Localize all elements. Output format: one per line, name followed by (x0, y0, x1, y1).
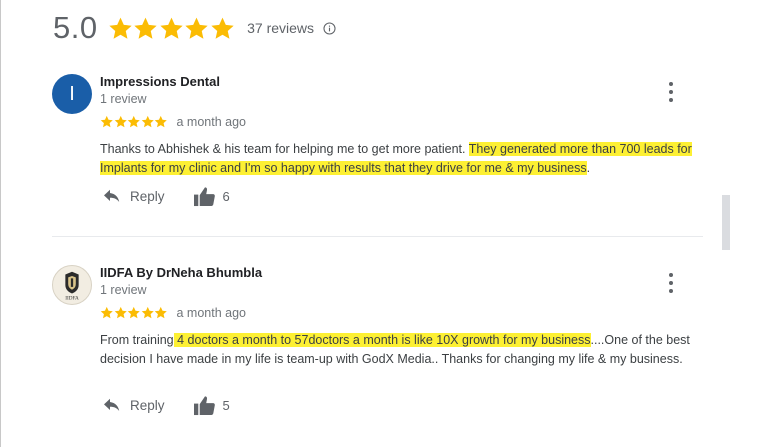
average-rating: 5.0 (53, 10, 98, 45)
review-divider (52, 236, 703, 237)
avatar[interactable]: I (52, 74, 92, 114)
reply-label: Reply (130, 398, 165, 413)
thumbs-up-icon (193, 396, 215, 416)
review-text-highlight: 4 doctors a month to 57doctors a month i… (173, 333, 591, 347)
like-button[interactable]: 5 (193, 395, 230, 416)
dot-icon (669, 90, 673, 94)
dot-icon (669, 273, 673, 277)
review-text: Thanks to Abhishek & his team for helpin… (100, 140, 700, 177)
dot-icon (669, 98, 673, 102)
reviewer-meta: 1 review (100, 283, 147, 297)
like-button[interactable]: 6 (193, 186, 230, 207)
review-stars (100, 306, 168, 320)
review-rating-row: a month ago (100, 306, 246, 320)
review-card: I Impressions Dental 1 review a month ag… (52, 74, 712, 224)
page-left-border (0, 0, 1, 447)
review-text: From training 4 doctors a month to 57doc… (100, 331, 700, 368)
dot-icon (669, 281, 673, 285)
star-icon (141, 307, 154, 319)
star-icon (141, 116, 154, 128)
scrollbar-thumb[interactable] (722, 195, 730, 250)
like-count: 5 (222, 398, 230, 413)
avatar[interactable]: IIDFA (52, 265, 92, 305)
shield-crest-icon: IIDFA (65, 271, 79, 301)
star-icon (210, 17, 234, 39)
review-text-tail: . (586, 160, 591, 175)
more-options-button[interactable] (664, 273, 678, 293)
review-rating-row: a month ago (100, 115, 246, 129)
review-text-plain: From training (100, 333, 174, 347)
rating-summary: 5.0 37 reviews (53, 8, 336, 48)
reply-button[interactable]: Reply (102, 189, 165, 205)
star-icon (114, 116, 127, 128)
star-icon (127, 307, 140, 319)
review-stars (100, 115, 168, 129)
dot-icon (669, 289, 673, 293)
rating-stars (108, 16, 236, 41)
reply-button[interactable]: Reply (102, 398, 165, 414)
reviewer-name[interactable]: Impressions Dental (100, 74, 220, 89)
avatar-letter: I (69, 82, 75, 105)
star-icon (127, 116, 140, 128)
review-card: IIDFA IIDFA By DrNeha Bhumbla 1 review a… (52, 265, 712, 435)
info-icon[interactable] (323, 21, 336, 35)
star-icon (185, 17, 208, 39)
star-icon (159, 17, 183, 39)
review-time: a month ago (176, 115, 247, 129)
star-icon (134, 17, 157, 39)
star-icon (108, 17, 132, 39)
thumbs-up-icon (193, 187, 215, 207)
more-options-button[interactable] (664, 82, 678, 102)
reply-icon (104, 398, 120, 411)
reviewer-name[interactable]: IIDFA By DrNeha Bhumbla (100, 265, 262, 280)
reply-label: Reply (130, 189, 165, 204)
review-actions: Reply 6 (102, 186, 230, 207)
star-icon (100, 116, 113, 128)
reply-icon (104, 189, 120, 202)
review-text-plain: Thanks to Abhishek & his team for helpin… (100, 142, 469, 156)
star-icon (154, 307, 167, 319)
star-icon (114, 307, 127, 319)
dot-icon (669, 82, 673, 86)
like-count: 6 (222, 189, 230, 204)
star-icon (154, 116, 167, 128)
star-icon (100, 307, 113, 319)
avatar-logo-text: IIDFA (65, 295, 79, 301)
reviewer-meta: 1 review (100, 92, 147, 106)
review-count: 37 reviews (247, 20, 315, 36)
review-actions: Reply 5 (102, 395, 230, 416)
review-time: a month ago (176, 306, 247, 320)
